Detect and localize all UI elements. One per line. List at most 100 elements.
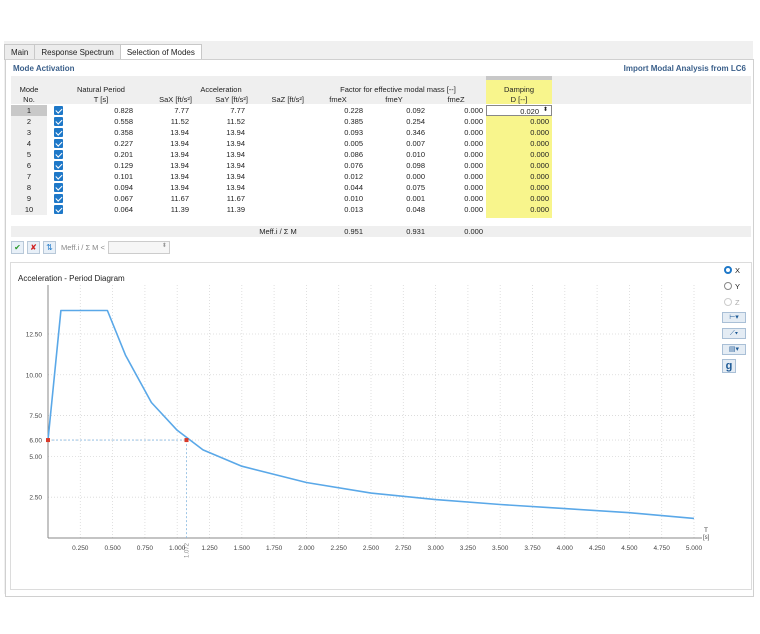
cell-fy: 0.048	[406, 205, 425, 214]
cell-fz: 0.000	[464, 161, 483, 170]
table-row[interactable]: 8 0.094 13.94 13.94 0.044 0.075 0.000 0.000	[11, 182, 751, 193]
filter-label: Meff.i / Σ M <	[61, 242, 105, 252]
cell-fy: 0.098	[406, 161, 425, 170]
cell-say: 13.94	[226, 161, 245, 170]
mode-active-checkbox[interactable]	[54, 194, 63, 203]
damping-col-end	[486, 215, 552, 218]
mode-active-checkbox[interactable]	[54, 150, 63, 159]
cell-fy: 0.092	[406, 106, 425, 115]
mode-number: 1	[11, 105, 47, 116]
cell-sax: 13.94	[170, 128, 189, 137]
mode-number: 8	[11, 182, 47, 193]
cell-t: 0.828	[114, 106, 133, 115]
x-tick-label: 5.000	[686, 545, 703, 552]
cell-say: 13.94	[226, 172, 245, 181]
table-row[interactable]: 1 0.828 7.77 7.77 0.228 0.092 0.000 0.020 ⬍	[11, 105, 751, 116]
cell-sax: 13.94	[170, 183, 189, 192]
radio-x[interactable]	[724, 266, 732, 274]
cell-d[interactable]: 0.000	[486, 138, 552, 149]
cell-saz	[248, 105, 304, 116]
cell-d[interactable]: 0.000	[486, 193, 552, 204]
cell-saz	[248, 138, 304, 149]
table-row[interactable]: 7 0.101 13.94 13.94 0.012 0.000 0.000 0.000	[11, 171, 751, 182]
cell-saz	[248, 127, 304, 138]
cell-d[interactable]: 0.000	[486, 171, 552, 182]
damping-spinner-icon[interactable]: ⬍	[543, 105, 548, 116]
cell-fy: 0.007	[406, 139, 425, 148]
table-row[interactable]: 9 0.067 11.67 11.67 0.010 0.001 0.000 0.000	[11, 193, 751, 204]
cell-sax: 11.52	[170, 117, 189, 126]
graph-export-icon[interactable]: g	[722, 359, 736, 373]
cell-fz: 0.000	[464, 194, 483, 203]
cell-saz	[248, 160, 304, 171]
x-axis-unit: [s]	[703, 535, 710, 541]
tab-response-spectrum[interactable]: Response Spectrum	[34, 44, 121, 60]
x-tick-label: 3.750	[524, 545, 541, 552]
cell-d[interactable]: 0.000	[486, 116, 552, 127]
mode-active-checkbox[interactable]	[54, 183, 63, 192]
mode-number: 5	[11, 149, 47, 160]
import-modal-link[interactable]: Import Modal Analysis from LC6	[624, 64, 746, 73]
y-tick-label: 12.50	[26, 331, 43, 338]
mode-active-checkbox[interactable]	[54, 139, 63, 148]
radio-y[interactable]	[724, 282, 732, 290]
mode-active-checkbox[interactable]	[54, 128, 63, 137]
cell-fx: 0.086	[344, 150, 363, 159]
tab-bar: Main Response Spectrum Selection of Mode…	[4, 44, 202, 60]
mode-number: 9	[11, 193, 47, 204]
x-tick-label: 1.750	[266, 545, 283, 552]
y-tick-label: 5.00	[29, 454, 42, 461]
filter-input[interactable]: ⬍	[107, 240, 170, 254]
cell-d[interactable]: 0.000	[486, 182, 552, 193]
cell-d[interactable]: 0.000	[486, 127, 552, 138]
header-damping-sub: D [--]	[510, 95, 528, 104]
table-row[interactable]: 5 0.201 13.94 13.94 0.086 0.010 0.000 0.000	[11, 149, 751, 160]
cell-say: 11.39	[226, 205, 245, 214]
radio-x-label: X	[735, 266, 741, 275]
cell-fx: 0.228	[344, 106, 363, 115]
cell-d[interactable]: 0.000	[486, 160, 552, 171]
filter-select-icon[interactable]: ⇅	[43, 240, 56, 254]
mode-active-checkbox[interactable]	[54, 117, 63, 126]
tab-selection-of-modes[interactable]: Selection of Modes	[119, 44, 202, 60]
cell-t: 0.067	[114, 194, 133, 203]
radio-y-label: Y	[735, 282, 741, 291]
spinner-icon[interactable]: ⬍	[162, 242, 167, 249]
mode-number: 6	[11, 160, 47, 171]
cell-fz: 0.000	[464, 106, 483, 115]
table-row[interactable]: 2 0.558 11.52 11.52 0.385 0.254 0.000 0.000	[11, 116, 751, 127]
acceleration-period-chart: 0.250 0.500 0.750 1.000 1.250 1.500 1.750 2.000…	[26, 285, 710, 558]
tab-main[interactable]: Main	[4, 44, 36, 60]
cell-say: 13.94	[226, 128, 245, 137]
header-fmez: fmeZ	[447, 95, 465, 104]
table-row[interactable]: 3 0.358 13.94 13.94 0.093 0.346 0.000 0.000	[11, 127, 751, 138]
x-tick-label: 4.250	[589, 545, 606, 552]
print-icon[interactable]: ▤▾	[722, 344, 746, 355]
table-row[interactable]: 6 0.129 13.94 13.94 0.076 0.098 0.000 0.000	[11, 160, 751, 171]
header-say: SaY [ft/s²]	[215, 95, 248, 104]
cell-sax: 13.94	[170, 161, 189, 170]
cell-d[interactable]: 0.000	[486, 149, 552, 160]
radio-z-label: Z	[735, 298, 740, 307]
graph-options-icon[interactable]: ⟋▾	[722, 328, 746, 339]
cell-t: 0.358	[114, 128, 133, 137]
mode-active-checkbox[interactable]	[54, 205, 63, 214]
cell-d[interactable]: 0.000	[486, 204, 552, 215]
mode-active-checkbox[interactable]	[54, 106, 63, 115]
cell-sax: 11.67	[170, 194, 189, 203]
deselect-all-icon[interactable]: ✘	[27, 240, 40, 254]
cell-sax: 13.94	[170, 139, 189, 148]
mode-active-checkbox[interactable]	[54, 161, 63, 170]
mode-active-checkbox[interactable]	[54, 172, 63, 181]
axis-settings-icon[interactable]: ⊢▾	[722, 312, 746, 323]
x-tick-label: 1.250	[201, 545, 218, 552]
header-damping: Damping	[503, 85, 534, 94]
table-row[interactable]: 4 0.227 13.94 13.94 0.005 0.007 0.000 0.000	[11, 138, 751, 149]
header-fmex: fmeX	[329, 95, 347, 104]
summary-fmez: 0.000	[464, 227, 483, 236]
table-row[interactable]: 10 0.064 11.39 11.39 0.013 0.048 0.000 0.000	[11, 204, 751, 215]
cell-fx: 0.012	[344, 172, 363, 181]
cell-sax: 13.94	[170, 150, 189, 159]
mode-number: 4	[11, 138, 47, 149]
select-all-icon[interactable]: ✔	[11, 240, 24, 254]
